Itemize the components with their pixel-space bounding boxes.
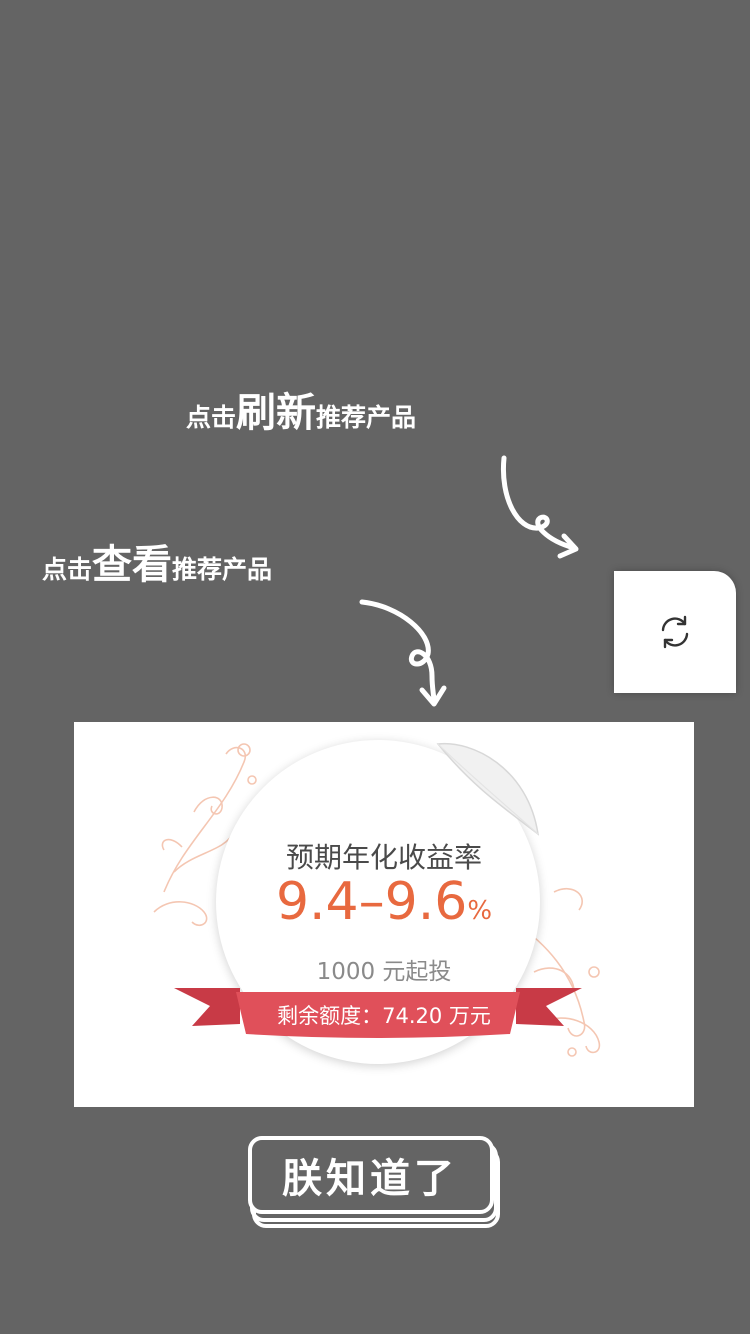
rate-range: 9.4–9.6: [275, 872, 468, 932]
refresh-hint: 点击刷新推荐产品: [186, 380, 416, 438]
got-it-label: 朕知道了: [282, 1156, 458, 1202]
view-hint-suffix: 推荐产品: [172, 555, 273, 584]
refresh-hint-emphasis: 刷新: [236, 390, 317, 436]
view-hint-prefix: 点击: [42, 555, 93, 584]
refresh-button[interactable]: [614, 571, 736, 693]
recommended-product-card[interactable]: 预期年化收益率 9.4–9.6% 1000 元起投 剩余额度：74.20 万元: [74, 722, 694, 1107]
rate-unit: %: [467, 896, 493, 926]
refresh-hint-suffix: 推荐产品: [316, 403, 417, 432]
got-it-button[interactable]: 朕知道了: [248, 1136, 500, 1228]
remaining-quota: 剩余额度：74.20 万元: [277, 1004, 491, 1028]
curved-arrow-icon: [500, 455, 579, 559]
expected-rate-label: 预期年化收益率: [285, 841, 482, 874]
refresh-hint-prefix: 点击: [186, 403, 237, 432]
refresh-icon: [661, 615, 689, 649]
curved-arrow-icon: [359, 599, 447, 707]
view-hint-emphasis: 查看: [92, 542, 173, 588]
expected-rate-value: 9.4–9.6%: [74, 872, 694, 932]
view-hint: 点击查看推荐产品: [42, 532, 272, 590]
